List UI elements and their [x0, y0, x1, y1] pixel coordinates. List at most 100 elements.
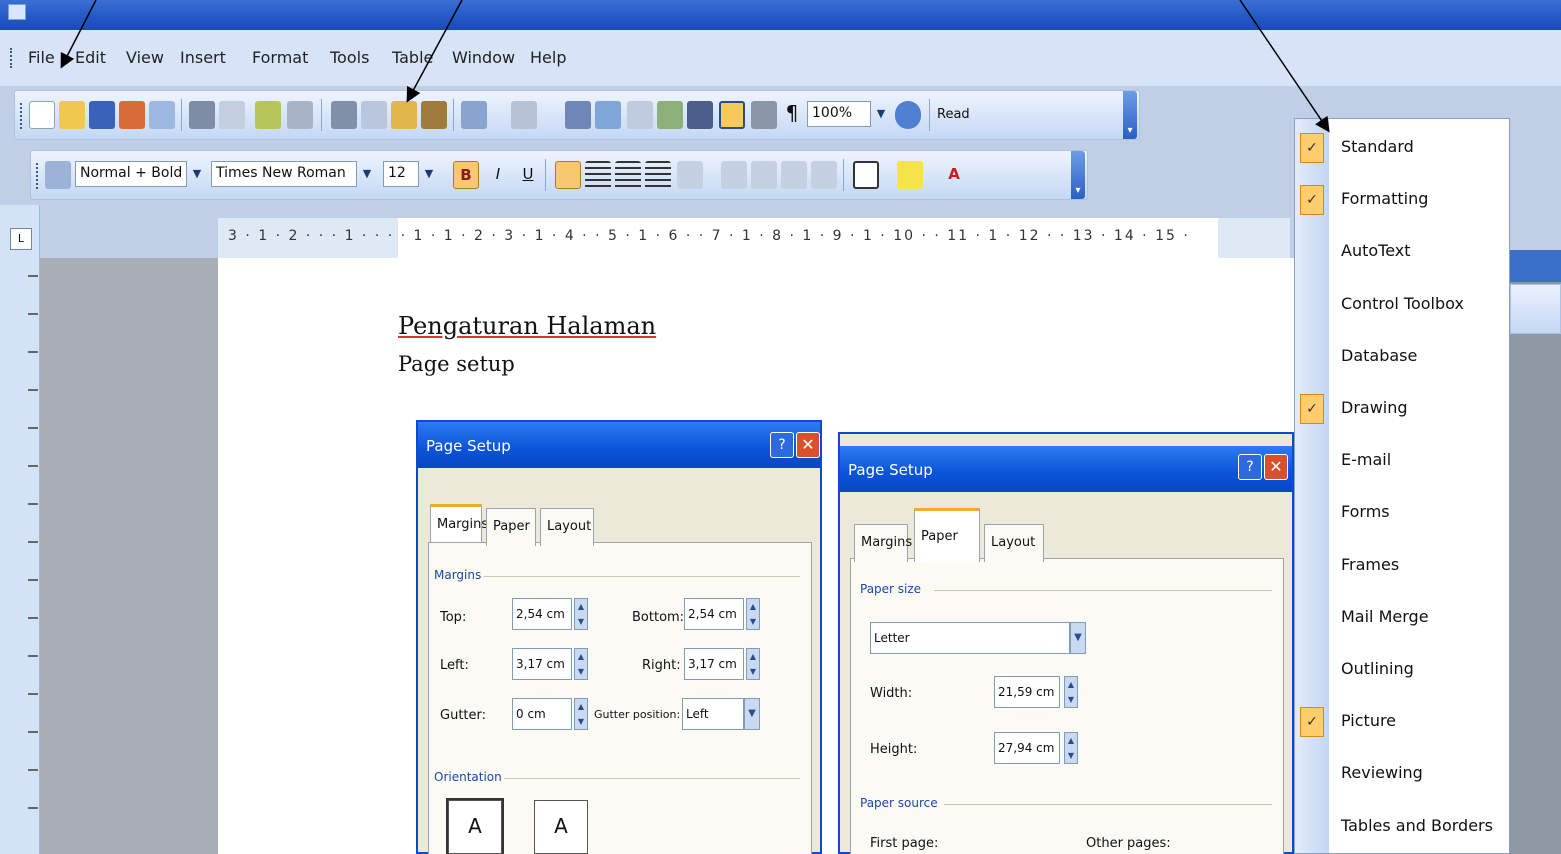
align-right-icon[interactable]	[615, 161, 641, 189]
undo-icon[interactable]	[461, 101, 487, 129]
zoom-dropdown-icon[interactable]: ▼	[873, 101, 889, 127]
menu-insert[interactable]: Insert	[180, 48, 226, 67]
research-icon[interactable]	[287, 101, 313, 129]
save-icon[interactable]	[89, 101, 115, 129]
paste-icon[interactable]	[391, 101, 417, 129]
menu-item-picture[interactable]: ✓ Picture	[1295, 697, 1509, 749]
font-size-combo[interactable]: 12	[383, 161, 419, 187]
gutter-spinner[interactable]: ▲ ▼	[574, 698, 588, 730]
email-icon[interactable]	[149, 101, 175, 129]
close-icon[interactable]: ✕	[796, 432, 820, 458]
menu-item-formatting[interactable]: ✓ Formatting	[1295, 175, 1509, 227]
increase-indent-icon[interactable]	[811, 161, 837, 189]
gutter-position-select[interactable]: Left	[682, 698, 744, 730]
underline-icon[interactable]: U	[515, 161, 541, 189]
menu-item-autotext[interactable]: AutoText	[1295, 227, 1509, 279]
menu-item-tables-and-borders[interactable]: Tables and Borders	[1295, 802, 1509, 854]
toolbar-options-icon[interactable]: ▾	[1071, 151, 1085, 199]
open-folder-icon[interactable]	[59, 101, 85, 129]
toolbar-options-icon[interactable]: ▾	[1123, 91, 1137, 139]
font-combo[interactable]: Times New Roman	[211, 161, 357, 187]
tables-borders-icon[interactable]	[595, 101, 621, 129]
menu-item-outlining[interactable]: Outlining	[1295, 645, 1509, 697]
font-size-dropdown-icon[interactable]: ▼	[421, 161, 437, 187]
toolbar-grip[interactable]	[20, 103, 24, 129]
document-heading[interactable]: Pengaturan Halaman	[398, 312, 656, 340]
right-margin-input[interactable]: 3,17 cm	[684, 648, 744, 680]
menu-format[interactable]: Format	[252, 48, 308, 67]
menu-view[interactable]: View	[126, 48, 164, 67]
menu-item-drawing[interactable]: ✓ Drawing	[1295, 384, 1509, 436]
menu-window[interactable]: Window	[452, 48, 515, 67]
toolbar-grip[interactable]	[36, 163, 40, 189]
left-spinner[interactable]: ▲ ▼	[574, 648, 588, 680]
justify-icon[interactable]	[645, 161, 671, 189]
horizontal-ruler[interactable]: 3 · 1 · 2 · · · 1 · · · · 1 · 1 · 2 · 3 …	[218, 218, 1290, 258]
menu-item-reviewing[interactable]: Reviewing	[1295, 749, 1509, 801]
style-dropdown-icon[interactable]: ▼	[189, 161, 205, 187]
tab-layout[interactable]: Layout	[984, 524, 1044, 562]
width-spinner[interactable]: ▲ ▼	[1064, 676, 1078, 708]
menu-item-forms[interactable]: Forms	[1295, 488, 1509, 540]
permission-icon[interactable]	[119, 101, 145, 129]
menu-item-e-mail[interactable]: E-mail	[1295, 436, 1509, 488]
tab-paper[interactable]: Paper	[486, 508, 536, 546]
style-combo[interactable]: Normal + Bold	[75, 161, 187, 187]
read-button[interactable]: Read	[937, 101, 997, 129]
paper-width-input[interactable]: 21,59 cm	[994, 676, 1060, 708]
print-preview-icon[interactable]	[219, 101, 245, 129]
spelling-icon[interactable]	[255, 101, 281, 129]
print-icon[interactable]	[189, 101, 215, 129]
tab-paper[interactable]: Paper	[914, 508, 980, 562]
document-map-icon[interactable]	[751, 101, 777, 129]
menu-item-frames[interactable]: Frames	[1295, 541, 1509, 593]
cut-icon[interactable]	[331, 101, 357, 129]
floating-toolbar[interactable]	[1510, 284, 1561, 334]
hyperlink-icon[interactable]	[565, 101, 591, 129]
numbering-icon[interactable]	[721, 161, 747, 189]
font-color-icon[interactable]: A	[941, 161, 967, 189]
align-center-icon[interactable]	[585, 161, 611, 189]
paper-height-input[interactable]: 27,94 cm	[994, 732, 1060, 764]
new-document-icon[interactable]	[29, 101, 55, 129]
menu-help[interactable]: Help	[530, 48, 566, 67]
font-dropdown-icon[interactable]: ▼	[359, 161, 375, 187]
insert-table-icon[interactable]	[627, 101, 653, 129]
paper-size-dropdown-icon[interactable]: ▼	[1070, 622, 1086, 654]
help-icon[interactable]	[895, 101, 921, 129]
bottom-spinner[interactable]: ▲ ▼	[746, 598, 760, 630]
tab-margins[interactable]: Margins	[854, 524, 912, 562]
document-subheading[interactable]: Page setup	[398, 352, 515, 376]
close-icon[interactable]: ✕	[1264, 454, 1288, 480]
menu-item-standard[interactable]: ✓ Standard	[1295, 123, 1509, 175]
left-margin-input[interactable]: 3,17 cm	[512, 648, 572, 680]
top-margin-input[interactable]: 2,54 cm	[512, 598, 572, 630]
menubar-grip[interactable]	[10, 48, 14, 68]
menu-item-database[interactable]: Database	[1295, 332, 1509, 384]
menu-edit[interactable]: Edit	[75, 48, 106, 67]
portrait-option[interactable]: A	[446, 798, 504, 854]
tab-margins[interactable]: Margins	[430, 504, 488, 542]
highlight-icon[interactable]	[897, 161, 923, 189]
help-icon[interactable]: ?	[1238, 454, 1262, 480]
paper-size-select[interactable]: Letter	[870, 622, 1070, 654]
menu-file[interactable]: File	[28, 48, 55, 67]
decrease-indent-icon[interactable]	[781, 161, 807, 189]
help-icon[interactable]: ?	[770, 432, 794, 458]
show-hide-icon[interactable]: ¶	[779, 101, 805, 129]
tab-layout[interactable]: Layout	[540, 508, 594, 546]
italic-icon[interactable]: I	[485, 161, 511, 189]
drawing-icon[interactable]	[719, 101, 745, 129]
tab-selector-icon[interactable]: L	[10, 228, 32, 250]
line-spacing-icon[interactable]	[677, 161, 703, 189]
insert-excel-icon[interactable]	[657, 101, 683, 129]
right-spinner[interactable]: ▲ ▼	[746, 648, 760, 680]
menu-item-control-toolbox[interactable]: Control Toolbox	[1295, 280, 1509, 332]
zoom-combo[interactable]: 100%	[807, 101, 871, 127]
format-painter-icon[interactable]	[421, 101, 447, 129]
top-spinner[interactable]: ▲ ▼	[574, 598, 588, 630]
copy-icon[interactable]	[361, 101, 387, 129]
columns-icon[interactable]	[687, 101, 713, 129]
bottom-margin-input[interactable]: 2,54 cm	[684, 598, 744, 630]
menu-table[interactable]: Table	[392, 48, 433, 67]
